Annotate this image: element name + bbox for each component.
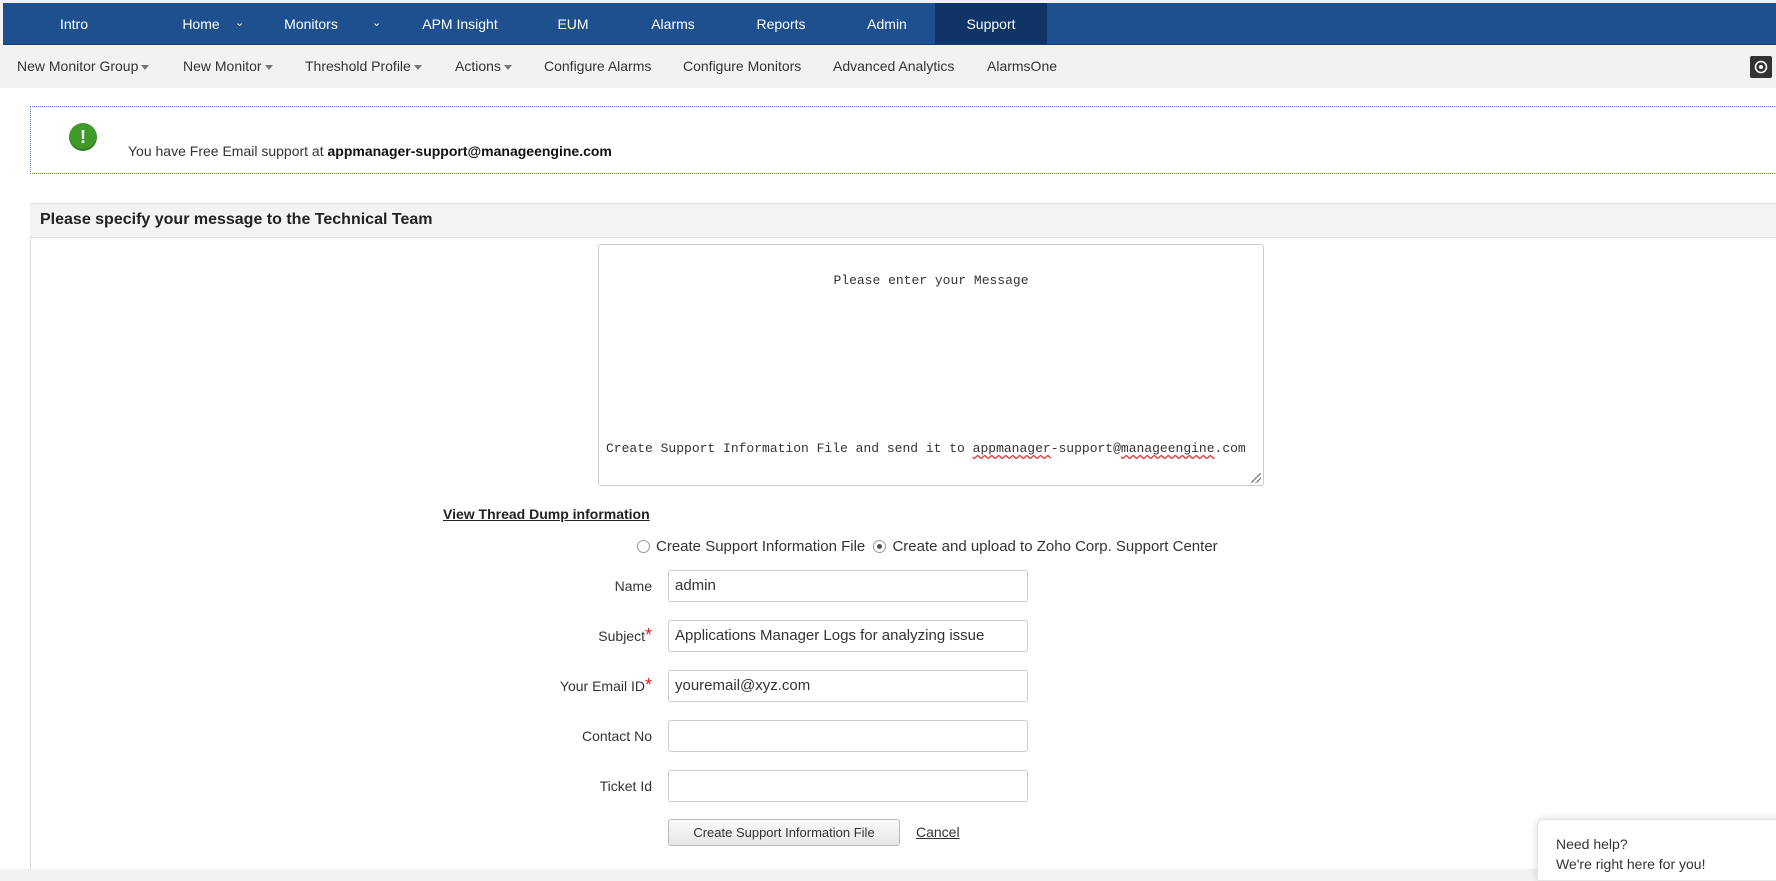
ticket-label: Ticket Id	[599, 778, 652, 794]
tab-admin[interactable]: Admin	[839, 3, 935, 44]
cancel-link[interactable]: Cancel	[916, 824, 960, 840]
caret-down-icon	[503, 64, 512, 70]
contact-input[interactable]	[668, 720, 1028, 752]
menu-threshold-profile[interactable]: Threshold Profile	[305, 48, 422, 84]
subject-input[interactable]: Applications Manager Logs for analyzing …	[668, 620, 1028, 652]
support-form-card: ! You have Free Email support at appmana…	[0, 88, 1776, 869]
message-footer: Create Support Information File and send…	[606, 441, 1246, 456]
message-textarea[interactable]: Please enter your Message Create Support…	[598, 244, 1264, 486]
radio-upload-zoho-label[interactable]: Create and upload to Zoho Corp. Support …	[892, 538, 1217, 555]
ticket-input[interactable]	[668, 770, 1028, 802]
view-thread-dump-link[interactable]: View Thread Dump information	[443, 506, 650, 522]
resize-grip-icon[interactable]	[1251, 473, 1261, 483]
sub-navigation: New Monitor Group New Monitor Threshold …	[0, 48, 1776, 84]
tab-intro[interactable]: Intro	[3, 3, 145, 44]
required-asterisk: *	[644, 675, 652, 695]
tab-apm-insight[interactable]: APM Insight	[395, 3, 525, 44]
name-label: Name	[614, 578, 652, 594]
name-input[interactable]: admin	[668, 570, 1028, 602]
caret-down-icon	[264, 64, 273, 70]
caret-down-icon	[413, 64, 422, 70]
contact-label: Contact No	[581, 728, 652, 744]
tab-eum[interactable]: EUM	[529, 3, 617, 44]
menu-new-monitor-group[interactable]: New Monitor Group	[17, 48, 150, 84]
menu-configure-monitors[interactable]: Configure Monitors	[683, 48, 801, 84]
left-border	[30, 236, 31, 869]
email-input[interactable]: youremail@xyz.com	[668, 670, 1028, 702]
subject-label: Subject*	[598, 625, 652, 645]
monitors-chevron-down-icon[interactable]: ⌄	[372, 3, 381, 44]
tab-alarms[interactable]: Alarms	[625, 3, 721, 44]
radio-upload-zoho[interactable]	[873, 540, 887, 553]
help-subtitle: We're right here for you!	[1556, 856, 1706, 872]
home-chevron-down-icon[interactable]: ⌄	[235, 3, 244, 44]
message-placeholder: Please enter your Message	[833, 273, 1029, 288]
radio-create-file[interactable]	[637, 540, 650, 553]
menu-new-monitor[interactable]: New Monitor	[183, 48, 273, 84]
section-header: Please specify your message to the Techn…	[30, 203, 1776, 238]
radio-create-file-label[interactable]: Create Support Information File	[656, 538, 865, 555]
top-navigation: Intro Home ⌄ Monitors ⌄ APM Insight EUM …	[3, 3, 1776, 45]
help-widget[interactable]: Need help? We're right here for you!	[1537, 819, 1776, 881]
required-asterisk: *	[644, 625, 652, 645]
menu-advanced-analytics[interactable]: Advanced Analytics	[833, 48, 954, 84]
support-option-group: Create Support Information File Create a…	[637, 538, 1222, 555]
caret-down-icon	[141, 64, 150, 70]
menu-configure-alarms[interactable]: Configure Alarms	[544, 48, 651, 84]
support-notice: ! You have Free Email support at appmana…	[30, 106, 1776, 174]
notice-text: You have Free Email support at appmanage…	[128, 143, 612, 159]
email-label: Your Email ID*	[559, 675, 652, 695]
help-title: Need help?	[1556, 836, 1628, 852]
support-email: appmanager-support@manageengine.com	[327, 143, 612, 159]
menu-actions[interactable]: Actions	[455, 48, 512, 84]
create-support-file-button[interactable]: Create Support Information File	[668, 819, 900, 846]
refresh-settings-icon[interactable]	[1750, 56, 1772, 78]
exclamation-icon: !	[69, 123, 97, 151]
tab-monitors[interactable]: Monitors	[257, 3, 365, 44]
tab-reports[interactable]: Reports	[733, 3, 829, 44]
menu-alarmsone[interactable]: AlarmsOne	[987, 48, 1057, 84]
tab-support[interactable]: Support	[935, 3, 1047, 44]
section-title: Please specify your message to the Techn…	[40, 211, 433, 228]
